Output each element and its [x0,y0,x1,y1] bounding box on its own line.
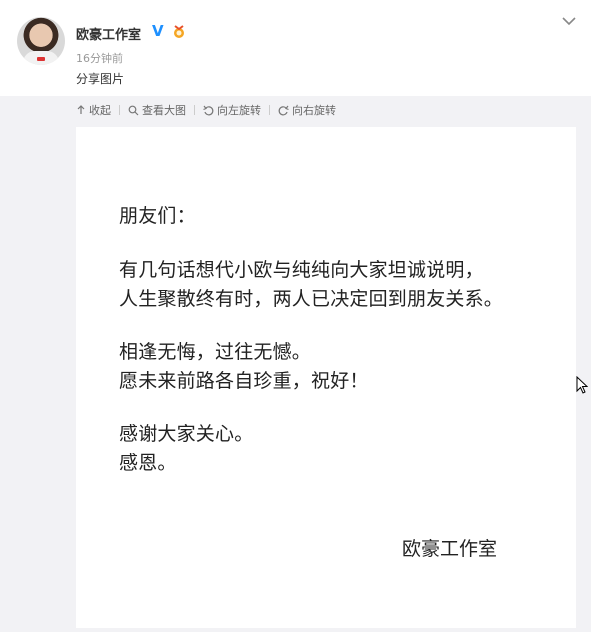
collapse-arrow-icon [77,105,85,114]
rotate-left-label: 向左旋转 [217,104,261,117]
cursor-icon [576,376,588,394]
avatar[interactable] [17,17,65,65]
verified-icon: V [152,22,164,40]
search-icon [128,105,139,115]
collapse-label: 收起 [89,104,111,117]
author-name[interactable]: 欧豪工作室 [76,24,141,43]
rotate-right-label: 向右旋转 [292,104,336,117]
rotate-left-button[interactable]: 向左旋转 [203,102,261,118]
rotate-right-icon [278,105,289,115]
letter-line: 有几句话想代小欧与纯纯向大家坦诚说明， [119,259,484,281]
chevron-down-icon[interactable] [562,16,576,26]
letter-line: 相逢无悔，过往无憾。 [119,341,312,363]
letter-line: 感谢大家关心。 [119,423,254,445]
divider [119,105,120,115]
media-panel: 收起 查看大图 向左旋转 向右旋转 朋友们： 有几句话想代小欧与纯纯向大家坦诚说… [0,96,591,632]
image-toolbar: 收起 查看大图 向左旋转 向右旋转 [76,102,336,118]
letter-signature: 欧豪工作室 [402,538,498,560]
letter-line: 感恩。 [119,452,177,474]
collapse-button[interactable]: 收起 [76,102,111,118]
rotate-left-icon [203,105,214,115]
divider [269,105,270,115]
letter-line: 愿未来前路各自珍重，祝好！ [119,370,369,392]
divider [194,105,195,115]
letter-greeting: 朋友们： [119,205,196,227]
view-large-button[interactable]: 查看大图 [128,102,186,118]
letter-line: 人生聚散终有时，两人已决定回到朋友关系。 [119,288,504,310]
post-time[interactable]: 16分钟前 [76,50,123,66]
medal-icon[interactable] [172,25,186,39]
rotate-right-button[interactable]: 向右旋转 [278,102,336,118]
view-large-label: 查看大图 [142,104,186,117]
post-image[interactable]: 朋友们： 有几句话想代小欧与纯纯向大家坦诚说明， 人生聚散终有时，两人已决定回到… [76,127,576,628]
post-text: 分享图片 [76,72,125,86]
post-header: 欧豪工作室 V 16分钟前 分享图片 [0,0,591,96]
